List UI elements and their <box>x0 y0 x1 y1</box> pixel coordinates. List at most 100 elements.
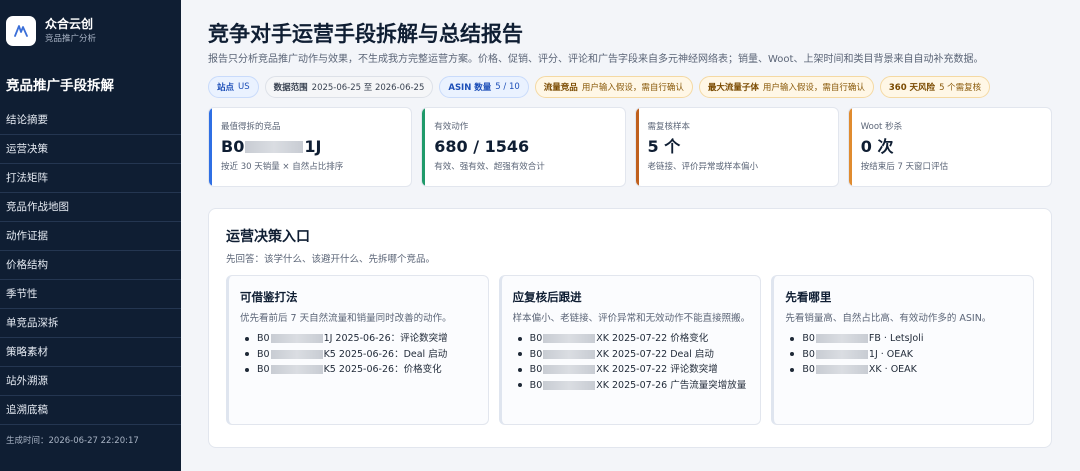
redacted-mask <box>270 365 323 375</box>
chip-site[interactable]: 站点 US <box>208 76 259 98</box>
sidebar: 众合云创 竞品推广分析 竞品推广手段拆解 结论摘要 运营决策 打法矩阵 竞品作战… <box>0 0 181 471</box>
card-list: B0 1J 2025-06-26：评论数突增 B0 K5 2025-06-26：De… <box>240 331 478 378</box>
bullet-icon <box>517 352 522 357</box>
card-where-to-look[interactable]: 先看哪里 先看销量高、自然占比高、有效动作多的 ASIN。 B0 FB · Let… <box>771 275 1035 425</box>
sidebar-item-deep-dive[interactable]: 单竞品深拆 <box>0 309 181 338</box>
asin-prefix: B0 <box>221 137 245 156</box>
stat-card-effective-actions[interactable]: 有效动作 680 / 1546 有效、强有效、超强有效合计 <box>421 107 626 187</box>
list-item[interactable]: B0 FB · LetsJoli <box>785 331 1023 347</box>
chip-max-traffic-child[interactable]: 最大流量子体 用户输入假设，需自行确认 <box>698 76 874 98</box>
list-item[interactable]: B0 XK 2025-07-22 Deal 启动 <box>513 347 751 363</box>
list-item[interactable]: B0 K5 2025-06-26：Deal 启动 <box>240 347 478 363</box>
brand-subtitle: 竞品推广分析 <box>45 34 97 44</box>
redacted-mask <box>815 334 868 344</box>
chip-360-day-risk[interactable]: 360 天风险 5 个需复核 <box>879 76 991 98</box>
list-item[interactable]: B0 XK 2025-07-26 广告流量突增放量 <box>513 378 751 394</box>
sidebar-nav: 结论摘要 运营决策 打法矩阵 竞品作战地图 动作证据 价格结构 季节性 单竞品深… <box>0 106 181 425</box>
chip-key: ASIN 数量 <box>448 83 492 93</box>
redacted-mask <box>245 141 304 153</box>
brand-name: 众合云创 <box>45 17 94 31</box>
redacted-mask <box>543 334 596 344</box>
redacted-mask <box>815 349 868 359</box>
asin-prefix: B0 <box>529 364 543 375</box>
chip-key: 数据范围 <box>273 83 308 93</box>
sidebar-item-tactic-matrix[interactable]: 打法矩阵 <box>0 164 181 193</box>
sidebar-item-summary[interactable]: 结论摘要 <box>0 106 181 135</box>
bullet-icon <box>245 367 249 372</box>
stat-value: 0 次 <box>860 137 894 156</box>
bullet-icon <box>790 367 795 372</box>
asin-prefix: B0 <box>802 348 815 360</box>
sidebar-item-trace-draft[interactable]: 追溯底稿 <box>0 396 181 425</box>
card-title: 应复核后跟进 <box>512 290 582 304</box>
page-description: 报告只分析竞品推广动作与效果，不生成我方完整运营方案。价格、促销、评分、评论和广… <box>208 54 984 65</box>
list-item[interactable]: B0 XK 2025-07-22 价格变化 <box>513 331 751 347</box>
sidebar-item-action-evidence[interactable]: 动作证据 <box>0 222 181 251</box>
list-item[interactable]: B0 XK · OEAK <box>785 362 1023 378</box>
stat-card-review-samples[interactable]: 需复核样本 5 个 老链接、评价异常或样本偏小 <box>634 107 839 187</box>
asin-prefix: B0 <box>257 348 270 360</box>
decision-cards: 可借鉴打法 优先看前后 7 天自然流量和销量同时改善的动作。 B0 1J 2025… <box>226 275 1035 425</box>
section-subtitle: 先回答：该学什么、该避开什么、先拆哪个竞品。 <box>226 254 436 265</box>
card-title: 可借鉴打法 <box>240 290 298 304</box>
stat-cards: 最值得拆的竞品 B0 1J 按近 30 天销量 × 自然占比排序 有效动作 680… <box>208 107 1052 187</box>
card-list: B0 FB · LetsJoli B0 1J · OEAK B0 XK · OEAK <box>785 331 1023 378</box>
asin-suffix: 1J <box>304 137 322 156</box>
bullet-icon <box>245 352 249 357</box>
redacted-mask <box>543 380 596 390</box>
stat-note: 按近 30 天销量 × 自然占比排序 <box>221 162 344 172</box>
stat-value: 680 / 1546 <box>434 137 530 156</box>
item-text: 1J · OEAK <box>868 348 914 360</box>
stat-note: 有效、强有效、超强有效合计 <box>434 162 545 172</box>
sidebar-item-seasonality[interactable]: 季节性 <box>0 280 181 309</box>
filter-chips: 站点 US 数据范围 2025-06-25 至 2026-06-25 ASIN 数量… <box>208 76 1052 98</box>
list-item[interactable]: B0 1J 2025-06-26：评论数突增 <box>240 331 478 347</box>
list-item[interactable]: B0 1J · OEAK <box>785 347 1023 363</box>
list-item[interactable]: B0 K5 2025-06-26：价格变化 <box>240 362 478 378</box>
bullet-icon <box>517 336 522 341</box>
bullet-icon <box>790 336 795 341</box>
generated-time: 生成时间：2026-06-27 22:20:17 <box>6 436 139 446</box>
page-title: 竞争对手运营手段拆解与总结报告 <box>208 22 523 46</box>
asin-prefix: B0 <box>802 364 815 375</box>
chip-value: 5 个需复核 <box>939 83 982 93</box>
chip-value: 用户输入假设，需自行确认 <box>581 83 684 93</box>
chip-asin-count[interactable]: ASIN 数量 5 / 10 <box>439 76 529 98</box>
sidebar-item-price-structure[interactable]: 价格结构 <box>0 251 181 280</box>
chip-value: 5 / 10 <box>495 82 520 92</box>
bullet-icon <box>245 336 249 341</box>
sidebar-item-offsite-tracing[interactable]: 站外溯源 <box>0 367 181 396</box>
sidebar-title: 竞品推广手段拆解 <box>6 78 114 94</box>
sidebar-item-decisions[interactable]: 运营决策 <box>0 135 181 164</box>
card-desc: 先看销量高、自然占比高、有效动作多的 ASIN。 <box>785 313 992 324</box>
list-item[interactable]: B0 XK 2025-07-22 评论数突增 <box>513 362 751 378</box>
stat-value: 5 个 <box>647 137 681 156</box>
decision-entry-section: 运营决策入口 先回答：该学什么、该避开什么、先拆哪个竞品。 可借鉴打法 优先看前… <box>208 208 1052 448</box>
chip-key: 站点 <box>217 83 235 93</box>
stat-card-top-competitor[interactable]: 最值得拆的竞品 B0 1J 按近 30 天销量 × 自然占比排序 <box>208 107 413 187</box>
stat-label: 最值得拆的竞品 <box>221 122 281 132</box>
brand[interactable]: 众合云创 竞品推广分析 <box>0 0 181 48</box>
item-text: XK 2025-07-22 Deal 启动 <box>596 348 714 360</box>
item-text: FB · LetsJoli <box>868 333 924 344</box>
card-learnable-tactics[interactable]: 可借鉴打法 优先看前后 7 天自然流量和销量同时改善的动作。 B0 1J 2025… <box>226 275 489 425</box>
stat-note: 按结束后 7 天窗口评估 <box>860 162 949 172</box>
sidebar-item-battle-map[interactable]: 竞品作战地图 <box>0 193 181 222</box>
card-review-before-follow[interactable]: 应复核后跟进 样本偏小、老链接、评价异常和无效动作不能直接照搬。 B0 XK 20… <box>498 275 762 425</box>
item-text: XK 2025-07-22 评论数突增 <box>596 364 718 375</box>
brand-logo-icon <box>6 16 36 46</box>
item-text: K5 2025-06-26：Deal 启动 <box>323 348 448 360</box>
asin-prefix: B0 <box>529 379 543 391</box>
card-title: 先看哪里 <box>785 290 832 304</box>
sidebar-item-strategy-assets[interactable]: 策略素材 <box>0 338 181 367</box>
main-content: 竞争对手运营手段拆解与总结报告 报告只分析竞品推广动作与效果，不生成我方完整运营… <box>181 0 1080 471</box>
bullet-icon <box>517 383 522 388</box>
chip-date-range[interactable]: 数据范围 2025-06-25 至 2026-06-25 <box>264 76 434 98</box>
item-text: XK 2025-07-22 价格变化 <box>596 333 709 344</box>
chip-traffic-competitor[interactable]: 流量竞品 用户输入假设，需自行确认 <box>534 76 693 98</box>
asin-prefix: B0 <box>257 364 270 375</box>
redacted-mask <box>270 349 323 359</box>
stat-label: Woot 秒杀 <box>860 122 903 132</box>
stat-card-woot-deals[interactable]: Woot 秒杀 0 次 按结束后 7 天窗口评估 <box>847 107 1052 187</box>
bullet-icon <box>517 367 522 372</box>
